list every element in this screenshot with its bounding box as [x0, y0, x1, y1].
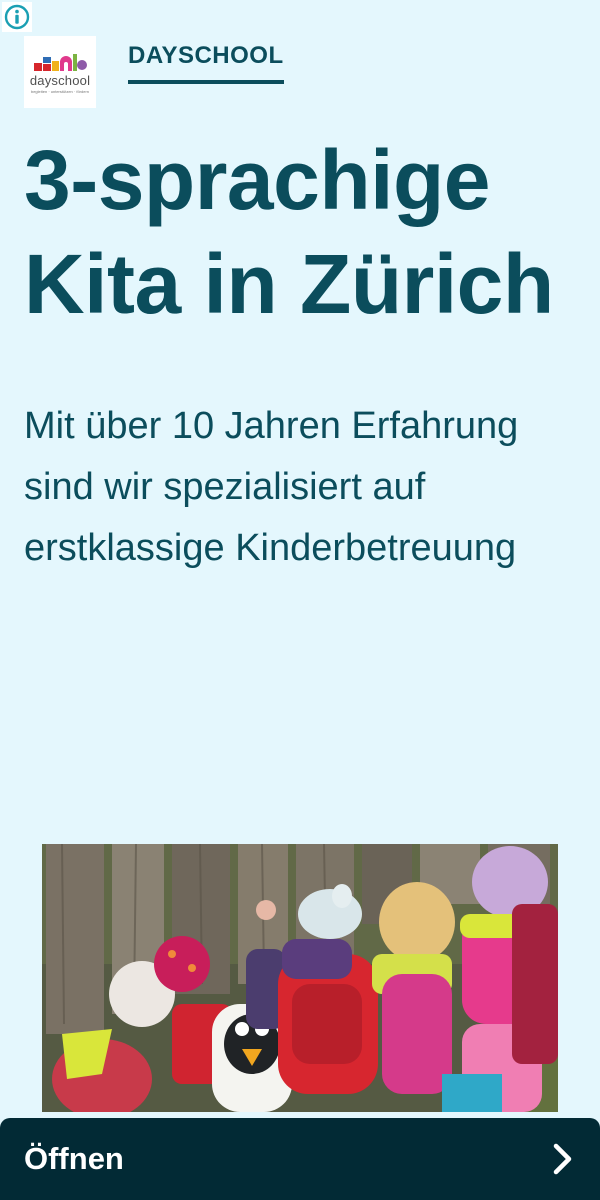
logo-tagline: begleiten · unterstützen · fördern — [30, 89, 90, 94]
info-icon[interactable] — [2, 2, 32, 32]
info-circle-icon — [4, 4, 30, 30]
photo-children-at-fence — [42, 844, 558, 1112]
logo-word: dayschool — [29, 73, 91, 88]
open-button-label: Öffnen — [24, 1141, 124, 1176]
open-button[interactable]: Öffnen — [0, 1118, 600, 1200]
logo-blocks-icon — [34, 54, 87, 71]
chevron-right-icon — [552, 1143, 574, 1175]
brand-name[interactable]: DAYSCHOOL — [128, 42, 284, 84]
page-title: 3-sprachige Kita in Zürich — [24, 133, 554, 331]
dayschool-logo[interactable]: dayschool begleiten · unterstützen · för… — [24, 36, 96, 108]
page-subtitle: Mit über 10 Jahren Erfahrung sind wir sp… — [24, 405, 519, 569]
children-photo — [42, 844, 558, 1112]
